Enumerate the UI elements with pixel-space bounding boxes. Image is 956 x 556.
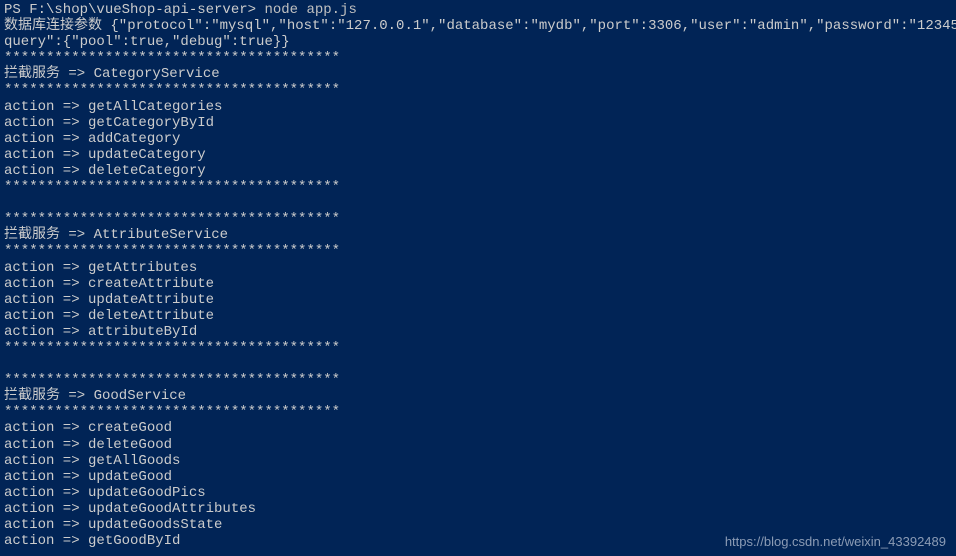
terminal-output: 数据库连接参数 {"protocol":"mysql","host":"127.… [4, 18, 952, 549]
prompt-path: PS F:\shop\vueShop-api-server> [4, 2, 256, 18]
terminal-line [4, 356, 952, 372]
terminal-line: 拦截服务 => CategoryService [4, 66, 952, 82]
terminal-line: query":{"pool":true,"debug":true}} [4, 34, 952, 50]
terminal-line: action => updateCategory [4, 147, 952, 163]
terminal-line: action => createAttribute [4, 276, 952, 292]
terminal-line: action => deleteAttribute [4, 308, 952, 324]
terminal-line: action => getAllCategories [4, 99, 952, 115]
terminal-prompt-line: PS F:\shop\vueShop-api-server> node app.… [4, 2, 952, 18]
terminal-line: 拦截服务 => GoodService [4, 388, 952, 404]
terminal-line: action => updateGood [4, 469, 952, 485]
terminal-line: action => attributeById [4, 324, 952, 340]
terminal-line [4, 195, 952, 211]
terminal-line: action => updateGoodsState [4, 517, 952, 533]
terminal-line: **************************************** [4, 243, 952, 259]
terminal-line: **************************************** [4, 50, 952, 66]
terminal-line: action => getAllGoods [4, 453, 952, 469]
terminal-line: action => getCategoryById [4, 115, 952, 131]
terminal-line: 拦截服务 => AttributeService [4, 227, 952, 243]
terminal-line: action => updateAttribute [4, 292, 952, 308]
watermark-text: https://blog.csdn.net/weixin_43392489 [725, 535, 946, 550]
terminal-line: **************************************** [4, 179, 952, 195]
terminal-line: action => getAttributes [4, 260, 952, 276]
terminal-line: **************************************** [4, 404, 952, 420]
terminal-line: 数据库连接参数 {"protocol":"mysql","host":"127.… [4, 18, 952, 34]
terminal-line: action => updateGoodPics [4, 485, 952, 501]
terminal-line: action => updateGoodAttributes [4, 501, 952, 517]
terminal-line: **************************************** [4, 340, 952, 356]
terminal-line: **************************************** [4, 211, 952, 227]
terminal-line: action => deleteCategory [4, 163, 952, 179]
terminal-line: **************************************** [4, 82, 952, 98]
terminal-line: action => createGood [4, 420, 952, 436]
terminal-line: action => deleteGood [4, 437, 952, 453]
prompt-command: node app.js [256, 2, 357, 18]
terminal-line: **************************************** [4, 372, 952, 388]
terminal-line: action => addCategory [4, 131, 952, 147]
